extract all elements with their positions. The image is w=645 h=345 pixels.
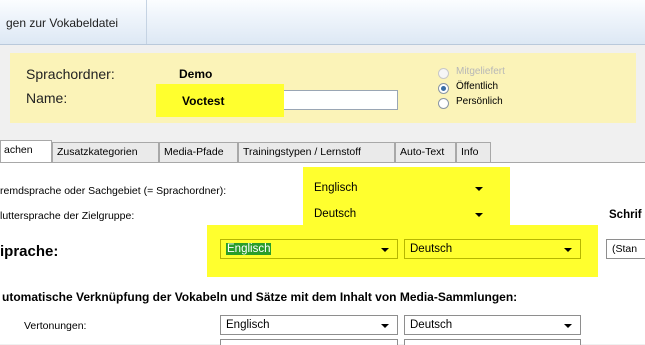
font-select-value: (Stan <box>612 243 638 255</box>
chevron-down-icon <box>564 248 572 252</box>
radio-persoenlich[interactable] <box>438 98 449 109</box>
tab-bar: achen Zusatzkategorien Media-Pfade Train… <box>0 140 645 163</box>
chevron-down-icon <box>564 324 572 328</box>
radio-mitgeliefert[interactable] <box>438 68 449 79</box>
font-label: Schrif <box>609 209 642 221</box>
tab-trainingstypen[interactable]: Trainingstypen / Lernstoff <box>238 142 395 162</box>
radio-oeffentlich[interactable] <box>438 83 449 94</box>
radio-oeffentlich-label: Öffentlich <box>456 81 499 92</box>
language-from-select[interactable]: Englisch <box>220 239 398 259</box>
mother-language-label: luttersprache der Zielgruppe: <box>0 210 135 222</box>
name-value[interactable]: Voctest <box>182 94 224 108</box>
chevron-down-icon <box>475 187 483 191</box>
font-select[interactable]: (Stan <box>606 239 645 259</box>
window-title: gen zur Vokabeldatei <box>6 16 119 30</box>
mother-language-select[interactable]: Deutsch <box>309 205 491 225</box>
tab-auto-text[interactable]: Auto-Text <box>395 142 456 162</box>
radio-mitgeliefert-label: Mitgeliefert <box>456 66 505 77</box>
sound-from-value: Englisch <box>226 319 270 331</box>
name-label: Name: <box>26 90 68 106</box>
language-heading: iprache: <box>0 243 59 260</box>
tab-info[interactable]: Info <box>456 142 491 162</box>
sound-label: Vertonungen: <box>24 320 87 332</box>
title-separator <box>146 0 147 44</box>
chevron-down-icon <box>381 248 389 252</box>
sound-to-value: Deutsch <box>410 319 453 331</box>
chevron-down-icon <box>475 213 483 217</box>
sound-to-select[interactable]: Deutsch <box>404 315 581 335</box>
tab-sprachen[interactable]: achen <box>0 140 52 163</box>
language-to-value: Deutsch <box>410 243 453 255</box>
next-row-select-partial[interactable] <box>220 339 398 345</box>
folder-label: Sprachordner: <box>26 66 115 82</box>
media-heading: utomatische Verknüpfung der Vokabeln und… <box>2 290 518 304</box>
language-from-value: Englisch <box>226 243 272 255</box>
foreign-language-label: remdsprache oder Sachgebiet (= Sprachord… <box>0 185 227 197</box>
tab-zusatzkategorien[interactable]: Zusatzkategorien <box>52 142 159 162</box>
tab-media-pfade[interactable]: Media-Pfade <box>159 142 238 162</box>
language-to-select[interactable]: Deutsch <box>404 239 581 259</box>
foreign-language-value: Englisch <box>314 182 358 194</box>
mother-language-value: Deutsch <box>314 208 357 220</box>
info-panel <box>10 53 636 123</box>
title-bar: gen zur Vokabeldatei <box>0 0 645 45</box>
chevron-down-icon <box>381 324 389 328</box>
radio-persoenlich-label: Persönlich <box>456 96 503 107</box>
folder-value: Demo <box>179 67 213 81</box>
foreign-language-select[interactable]: Englisch <box>309 179 491 199</box>
next-row-select-partial-2[interactable] <box>404 339 581 345</box>
sound-from-select[interactable]: Englisch <box>220 315 398 335</box>
